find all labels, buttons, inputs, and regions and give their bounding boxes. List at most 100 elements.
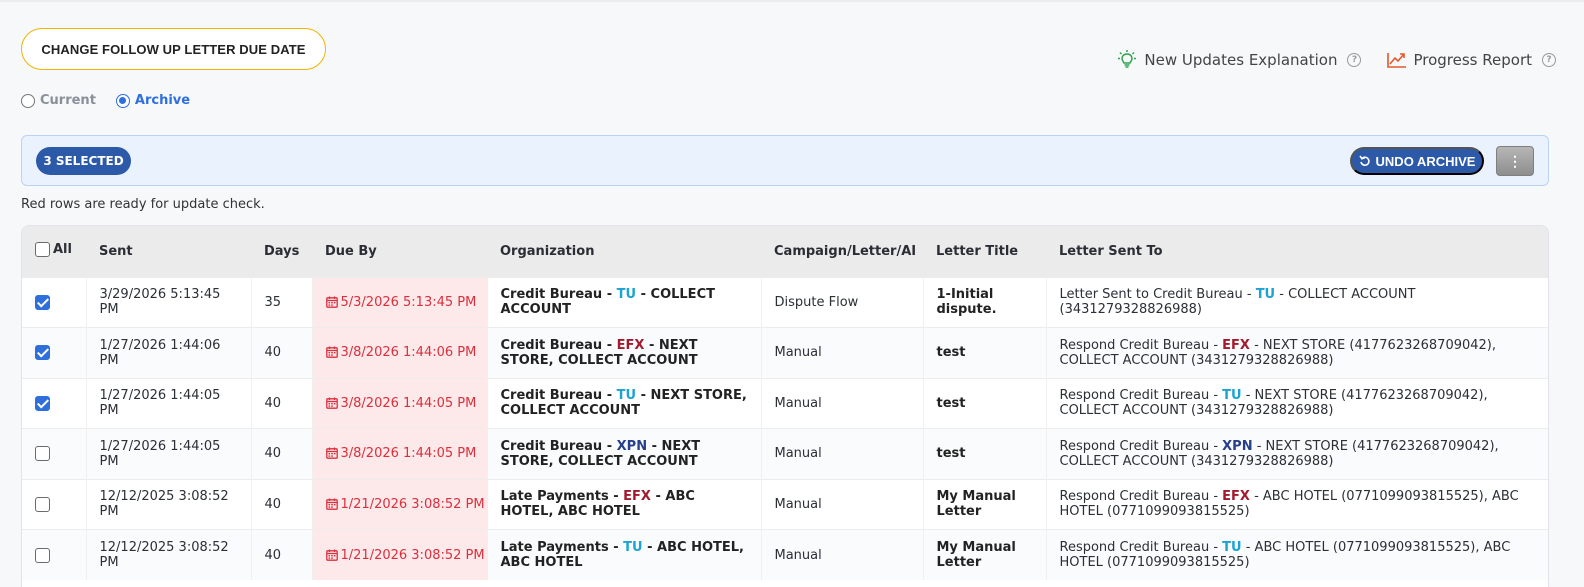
archive-radio[interactable] xyxy=(115,93,130,108)
due-by-cell: 3/8/2026 1:44:06 PM xyxy=(312,327,488,378)
campaign-cell: Manual xyxy=(761,428,924,479)
bureau-code: TU xyxy=(616,388,637,404)
row-checkbox[interactable] xyxy=(35,395,50,411)
org-prefix: Credit Bureau - xyxy=(500,438,617,454)
campaign-cell: Manual xyxy=(761,529,924,580)
letter-title-cell: test xyxy=(923,428,1047,479)
letter-sent-to-cell: Respond Credit Bureau - TU - NEXT STORE … xyxy=(1046,377,1548,429)
days-header[interactable]: Days xyxy=(251,226,312,277)
due-by-header[interactable]: Due By xyxy=(312,226,487,277)
table-row[interactable]: 1/27/2026 1:44:06 PM 40 3/8/2026 1:44:06 P… xyxy=(22,327,1548,378)
select-all-header: All xyxy=(22,226,86,277)
help-icon[interactable]: ? xyxy=(1347,53,1362,67)
due-by-cell: 5/3/2026 5:13:45 PM xyxy=(312,276,488,328)
current-radio-option[interactable]: Current xyxy=(21,93,96,108)
undo-archive-button[interactable]: UNDO ARCHIVE xyxy=(1350,147,1484,175)
bureau-code: XPN xyxy=(1222,438,1253,454)
letter-sent-to-cell: Respond Credit Bureau - XPN - NEXT STORE… xyxy=(1046,428,1548,479)
organization-header[interactable]: Organization xyxy=(487,226,761,277)
sent-cell: 3/29/2026 5:13:45 PM xyxy=(86,276,252,328)
row-checkbox[interactable] xyxy=(35,496,50,512)
progress-report-link[interactable]: Progress Report ? xyxy=(1387,51,1556,69)
letter-title-cell: test xyxy=(923,327,1047,378)
current-radio[interactable] xyxy=(21,93,35,108)
table-row[interactable]: 12/12/2025 3:08:52 PM 40 1/21/2026 3:08:52… xyxy=(22,478,1548,530)
due-by-value: 3/8/2026 1:44:05 PM xyxy=(340,395,477,411)
red-rows-note: Red rows are ready for update check. xyxy=(21,197,265,212)
table-row[interactable]: 3/29/2026 5:13:45 PM 35 5/3/2026 5:13:45 P… xyxy=(22,276,1548,328)
due-by-cell: 3/8/2026 1:44:05 PM xyxy=(312,428,488,479)
due-by-value: 3/8/2026 1:44:05 PM xyxy=(340,446,477,462)
new-updates-explanation-label: New Updates Explanation xyxy=(1144,51,1338,69)
bureau-code: EFX xyxy=(1222,489,1250,505)
sent-to-prefix: Letter Sent to Credit Bureau - xyxy=(1059,287,1256,303)
table-row[interactable]: 1/27/2026 1:44:05 PM 40 3/8/2026 1:44:05 P… xyxy=(22,428,1548,479)
top-border xyxy=(0,0,1584,2)
undo-archive-label: UNDO ARCHIVE xyxy=(1375,153,1476,169)
bureau-code: XPN xyxy=(616,438,648,454)
help-icon[interactable]: ? xyxy=(1542,53,1556,67)
select-all-checkbox[interactable] xyxy=(35,241,50,257)
days-cell: 40 xyxy=(251,377,313,429)
row-select-cell xyxy=(22,428,87,479)
table-row[interactable]: 12/12/2025 3:08:52 PM 40 1/21/2026 3:08:52… xyxy=(22,529,1548,580)
sent-to-prefix: Respond Credit Bureau - xyxy=(1059,438,1223,454)
org-prefix: Credit Bureau - xyxy=(500,388,617,404)
due-by-cell: 1/21/2026 3:08:52 PM xyxy=(312,529,488,580)
letter-sent-to-header[interactable]: Letter Sent To xyxy=(1046,226,1548,277)
progress-report-label: Progress Report xyxy=(1413,51,1532,69)
days-cell: 40 xyxy=(251,478,313,530)
org-prefix: Late Payments - xyxy=(500,489,624,505)
bureau-code: EFX xyxy=(616,337,645,353)
org-prefix: Credit Bureau - xyxy=(500,337,617,353)
calendar-icon xyxy=(325,549,338,561)
table-row[interactable]: 1/27/2026 1:44:05 PM 40 3/8/2026 1:44:05 P… xyxy=(22,377,1548,429)
status-filter: Current Archive xyxy=(21,93,190,108)
new-updates-explanation-link[interactable]: New Updates Explanation ? xyxy=(1116,50,1362,70)
days-cell: 40 xyxy=(251,428,313,479)
org-prefix: Credit Bureau - xyxy=(500,287,617,303)
campaign-header[interactable]: Campaign/Letter/AI xyxy=(761,226,923,277)
days-cell: 35 xyxy=(251,276,313,328)
row-select-cell xyxy=(22,377,87,429)
sent-header[interactable]: Sent xyxy=(86,226,251,277)
sent-cell: 12/12/2025 3:08:52 PM xyxy=(86,529,252,580)
letter-title-cell: 1-Initial dispute. xyxy=(923,276,1047,328)
sent-cell: 1/27/2026 1:44:06 PM xyxy=(86,327,252,378)
letter-sent-to-cell: Respond Credit Bureau - EFX - NEXT STORE… xyxy=(1046,327,1548,378)
due-by-value: 3/8/2026 1:44:06 PM xyxy=(340,345,477,361)
calendar-icon xyxy=(325,346,338,359)
letter-title-header[interactable]: Letter Title xyxy=(923,226,1046,277)
undo-icon xyxy=(1358,155,1370,166)
calendar-icon xyxy=(325,447,338,460)
letters-table: All Sent Days Due By Organization Campai… xyxy=(21,225,1549,587)
sent-to-prefix: Respond Credit Bureau - xyxy=(1059,388,1223,404)
bureau-code: TU xyxy=(1222,388,1242,404)
organization-cell: Late Payments - EFX - ABC HOTEL, ABC HOT… xyxy=(487,478,762,530)
kebab-menu-icon: ⋮ xyxy=(1508,152,1522,169)
more-actions-button[interactable]: ⋮ xyxy=(1496,146,1534,176)
row-checkbox[interactable] xyxy=(35,547,50,563)
due-by-value: 1/21/2026 3:08:52 PM xyxy=(340,547,485,563)
organization-cell: Credit Bureau - TU - COLLECT ACCOUNT xyxy=(487,276,762,328)
letter-sent-to-cell: Respond Credit Bureau - TU - ABC HOTEL (… xyxy=(1046,529,1548,580)
top-links: New Updates Explanation ? Progress Repor… xyxy=(1116,50,1556,70)
sent-cell: 1/27/2026 1:44:05 PM xyxy=(86,377,252,429)
organization-cell: Late Payments - TU - ABC HOTEL, ABC HOTE… xyxy=(487,529,762,580)
letter-sent-to-cell: Letter Sent to Credit Bureau - TU - COLL… xyxy=(1046,276,1548,328)
bureau-code: TU xyxy=(1222,540,1242,555)
row-checkbox[interactable] xyxy=(35,446,50,462)
campaign-cell: Manual xyxy=(761,478,924,530)
archive-radio-option[interactable]: Archive xyxy=(115,93,190,108)
sent-cell: 1/27/2026 1:44:05 PM xyxy=(86,428,252,479)
trend-chart-icon xyxy=(1387,53,1407,68)
row-checkbox[interactable] xyxy=(35,345,50,361)
due-by-cell: 1/21/2026 3:08:52 PM xyxy=(312,478,488,530)
due-by-value: 1/21/2026 3:08:52 PM xyxy=(340,496,485,512)
current-radio-label: Current xyxy=(40,93,96,108)
row-select-cell xyxy=(22,276,87,328)
sent-to-prefix: Respond Credit Bureau - xyxy=(1059,337,1223,353)
campaign-cell: Dispute Flow xyxy=(761,276,924,328)
row-checkbox[interactable] xyxy=(35,294,50,310)
change-follow-up-due-date-button[interactable]: CHANGE FOLLOW UP LETTER DUE DATE xyxy=(21,28,326,70)
